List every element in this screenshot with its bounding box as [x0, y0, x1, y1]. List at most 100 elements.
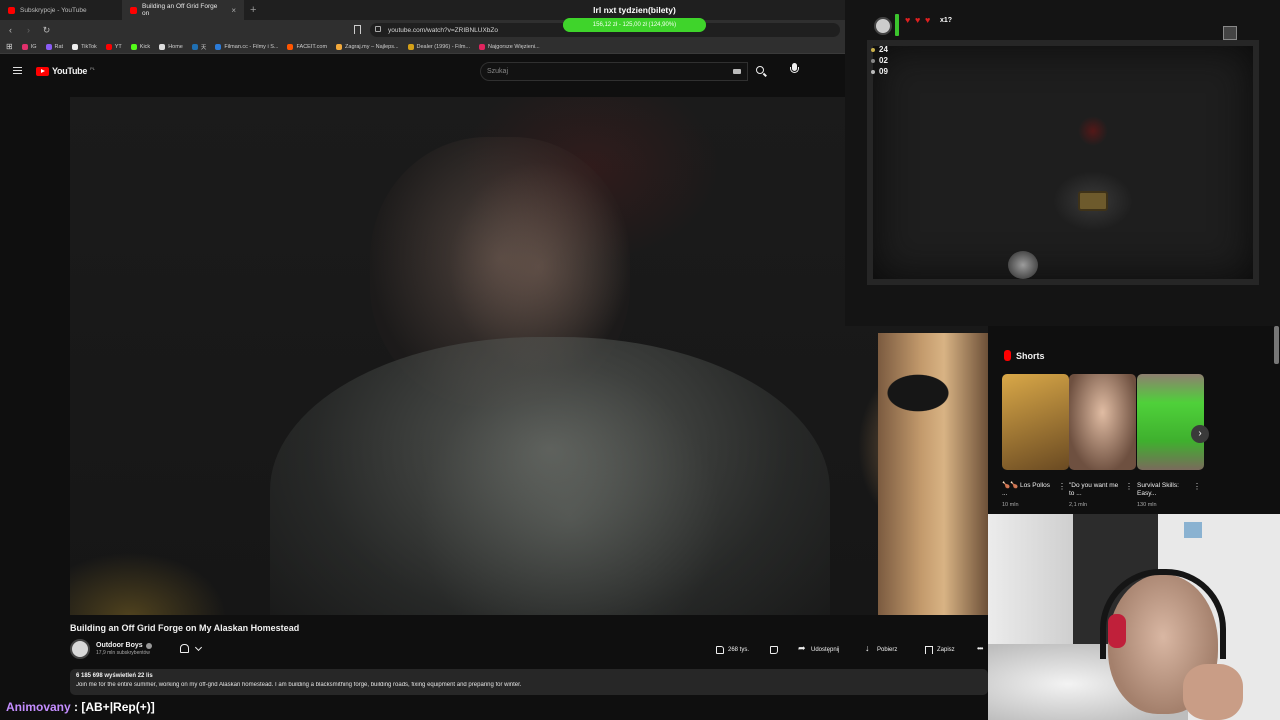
short-views: 10 mln [1002, 502, 1019, 508]
channel-name: Outdoor Boys [96, 642, 143, 649]
bookmark-tiktok[interactable]: TikTok [72, 43, 97, 50]
heart-icon: ♥ [905, 15, 911, 25]
download-button[interactable]: Pobierz [865, 642, 897, 657]
zagraj-icon [336, 43, 343, 50]
bookmark-zagraj[interactable]: Zagraj.my – Najleps... [336, 43, 399, 50]
close-tab-icon[interactable]: × [231, 6, 236, 15]
bookmark-home[interactable]: Home [159, 43, 183, 50]
chat-username: Animovany [6, 700, 71, 714]
browser-tab-bar: Subskrypcje - YouTube Building an Off Gr… [0, 0, 845, 20]
chevron-down-icon[interactable] [194, 643, 203, 652]
apps-grid-icon[interactable]: ⊞ [6, 42, 13, 51]
notification-bell-icon[interactable] [180, 644, 189, 653]
tiktok-icon [72, 43, 79, 50]
dislike-button[interactable] [770, 642, 778, 657]
donation-progress-bar: 156,12 zł - 125,00 zł (124,90%) [563, 18, 706, 32]
related-video-thumbnail[interactable] [878, 333, 988, 615]
video-description[interactable]: 6 185 698 wyświetleń 22 lis Join me for … [70, 669, 988, 695]
shorts-next-button[interactable]: › [1191, 425, 1209, 443]
save-icon [925, 645, 933, 654]
search-input[interactable]: Szukaj [480, 62, 748, 81]
resource-counters: 24 02 09 [871, 44, 888, 77]
save-label: Zapisz [937, 646, 955, 653]
wiezienia-icon [479, 43, 486, 50]
youtube-play-icon [36, 66, 49, 76]
dealer-icon [407, 43, 414, 50]
damage-multiplier: x1? [940, 16, 953, 24]
reload-icon[interactable]: ↻ [39, 25, 54, 36]
menu-icon[interactable] [13, 67, 22, 74]
short-card[interactable]: 🍗🍗 Los Pollos ... 10 mln ⋮ [1002, 374, 1069, 508]
bookmark-rat[interactable]: Rat [45, 43, 63, 50]
tab-current-video[interactable]: Building an Off Grid Forge on × [122, 0, 244, 20]
short-caption: 🍗🍗 Los Pollos ... [1002, 482, 1050, 497]
region-code: PL [90, 65, 95, 71]
short-card[interactable]: "Do you want me to ... 2,1 mln ⋮ [1069, 374, 1136, 508]
sidebar-scrollbar[interactable] [1274, 326, 1279, 364]
keyboard-icon[interactable] [733, 69, 741, 74]
video-frame-jacket [270, 337, 830, 615]
bookmark-faceit[interactable]: FACEIT.com [287, 43, 327, 50]
youtube-logo[interactable]: YouTube PL [36, 66, 95, 76]
bookmark-tian[interactable]: 天 [191, 43, 206, 51]
bookmark-yt[interactable]: YT [105, 43, 122, 50]
bookmark-ig[interactable]: IG [21, 43, 37, 50]
tab-label: Subskrypcje - YouTube [20, 6, 87, 14]
tab-subscriptions[interactable]: Subskrypcje - YouTube [0, 0, 122, 20]
game-chest [1078, 191, 1108, 211]
faceit-icon [287, 43, 294, 50]
donation-progress-text: 156,12 zł - 125,00 zł (124,90%) [592, 22, 677, 28]
forward-icon[interactable]: › [21, 25, 36, 35]
video-title: Building an Off Grid Forge on My Alaskan… [70, 623, 300, 633]
health-hearts: ♥ ♥ ♥ x1? [905, 15, 953, 25]
kick-icon [130, 43, 137, 50]
donation-goal-title: lrl nxt tydzien(bilety) [593, 5, 676, 15]
like-button[interactable]: 268 tys. [716, 642, 749, 657]
download-icon [865, 643, 873, 654]
youtube-wordmark: YouTube [52, 66, 88, 76]
bookmark-icon[interactable] [354, 25, 361, 34]
webcam-overlay [988, 514, 1280, 720]
instagram-icon [21, 43, 28, 50]
tab-label: Building an Off Grid Forge on [142, 3, 218, 17]
short-thumbnail [1069, 374, 1136, 470]
bookmark-kick[interactable]: Kick [130, 43, 150, 50]
filman-icon [215, 43, 222, 50]
short-menu-icon[interactable]: ⋮ [1125, 482, 1133, 491]
bookmark-dealer[interactable]: Dealer (1996) - Film... [407, 43, 470, 50]
bookmark-wiezienia[interactable]: Najgorsze Więzieni... [479, 43, 540, 50]
search-button[interactable] [748, 62, 774, 81]
youtube-header: YouTube PL Szukaj [0, 55, 845, 89]
save-button[interactable]: Zapisz [925, 642, 955, 657]
channel-avatar[interactable] [70, 639, 90, 659]
heart-icon: ♥ [915, 15, 921, 25]
shorts-icon [1004, 350, 1011, 361]
view-count-date: 6 185 698 wyświetleń 22 lis [76, 673, 153, 679]
site-info-icon[interactable] [375, 26, 381, 32]
description-text: Join me for the entire summer, working o… [76, 682, 522, 688]
shorts-header: Shorts [1004, 350, 1045, 361]
verified-icon [145, 642, 152, 649]
address-bar-row: ‹ › ↻ youtube.com/watch?v=ZRIBNLUXbZo [0, 20, 845, 40]
new-tab-button[interactable]: + [244, 4, 262, 16]
short-thumbnail [1002, 374, 1069, 470]
url-text: youtube.com/watch?v=ZRIBNLUXbZo [388, 26, 499, 34]
more-actions-icon[interactable]: ••• [977, 644, 983, 653]
voice-search-button[interactable] [786, 62, 804, 80]
microphone-stand-icon [790, 67, 799, 73]
game-room [867, 40, 1259, 285]
channel-name-row[interactable]: Outdoor Boys [96, 642, 152, 649]
youtube-icon [105, 43, 112, 50]
short-thumbnail [1137, 374, 1204, 470]
share-button[interactable]: Udostępnij [798, 642, 839, 657]
streamer-hand [1183, 664, 1243, 720]
back-icon[interactable]: ‹ [3, 25, 18, 35]
short-views: 2,1 mln [1069, 502, 1088, 508]
share-icon [798, 643, 807, 654]
short-menu-icon[interactable]: ⋮ [1058, 482, 1066, 491]
active-item-charge-bar [895, 14, 899, 36]
short-menu-icon[interactable]: ⋮ [1193, 482, 1201, 491]
short-caption: Survival Skills: Easy... [1137, 482, 1179, 497]
chat-text: : [AB+|Rep(+)] [70, 700, 155, 714]
bookmark-filman[interactable]: Filman.cc - Filmy i S... [215, 43, 278, 50]
